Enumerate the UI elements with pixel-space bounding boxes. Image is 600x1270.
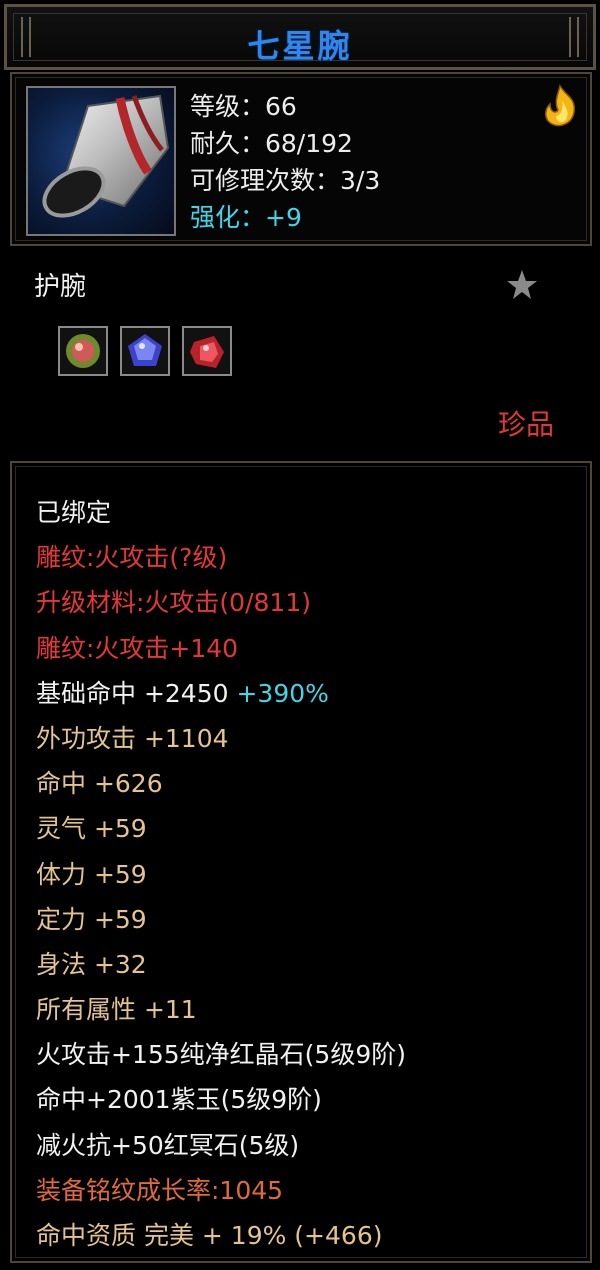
base-hit: 基础命中 +2450 +390% — [36, 671, 406, 716]
attributes-list: 已绑定 雕纹:火攻击(?级) 升级材料:火攻击(0/811) 雕纹:火攻击+14… — [36, 490, 406, 1258]
red-gem-icon — [190, 336, 224, 368]
bracer-icon — [26, 86, 176, 236]
hit-quality: 命中资质 完美 + 19% (+466) — [36, 1221, 383, 1250]
base-hit-value: 基础命中 +2450 — [36, 678, 229, 708]
engrave-level: 雕纹:火攻击(?级) — [36, 543, 228, 573]
gem-fire-attack: 火攻击+155纯净红晶石(5级9阶) — [36, 1040, 406, 1070]
spirit: 灵气 +59 — [36, 814, 147, 844]
hit: 命中 +626 — [36, 769, 163, 799]
star-icon — [507, 270, 537, 299]
outer-attack: 外功攻击 +1104 — [36, 723, 229, 753]
durability-value: 耐久：68/192 — [190, 129, 353, 158]
gem-fire-resist: 减火抗+50红冥石(5级) — [36, 1130, 300, 1160]
gem-slot-3[interactable] — [182, 326, 232, 376]
engrave-bonus: 雕纹:火攻击+140 — [36, 633, 239, 663]
all-attributes: 所有属性 +11 — [36, 995, 197, 1025]
item-header: 等级：66 耐久：68/192 可修理次数：3/3 强化：+9 — [10, 72, 592, 246]
item-type: 护腕 — [34, 272, 87, 302]
repair-count-value: 可修理次数：3/3 — [190, 166, 381, 195]
stamina: 体力 +59 — [36, 859, 147, 889]
item-tooltip: 七星腕 等级：66 耐久：68/192 可修理次数：3/3 强化：+9 护腕 珍… — [0, 0, 600, 1270]
flame-icon — [545, 84, 575, 127]
red-green-gem-icon — [66, 334, 100, 368]
item-title: 七星腕 — [247, 27, 353, 65]
purple-gem-icon — [128, 334, 162, 366]
enhance-value: 强化：+9 — [190, 203, 302, 232]
base-hit-percent: +390% — [236, 678, 329, 708]
gem-slot-2[interactable] — [120, 326, 170, 376]
agility: 身法 +32 — [36, 949, 147, 979]
bound-status: 已绑定 — [36, 498, 112, 527]
level-value: 等级：66 — [190, 92, 297, 121]
gem-slot-1[interactable] — [58, 326, 108, 376]
growth-rate: 装备铭纹成长率:1045 — [36, 1175, 284, 1205]
quality-label: 珍品 — [497, 408, 554, 441]
upgrade-material: 升级材料:火攻击(0/811) — [36, 588, 311, 618]
item-stats: 等级：66 耐久：68/192 可修理次数：3/3 强化：+9 — [190, 88, 380, 236]
focus: 定力 +59 — [36, 904, 147, 934]
gem-hit: 命中+2001紫玉(5级9阶) — [36, 1085, 322, 1115]
title-bar: 七星腕 — [4, 4, 596, 70]
